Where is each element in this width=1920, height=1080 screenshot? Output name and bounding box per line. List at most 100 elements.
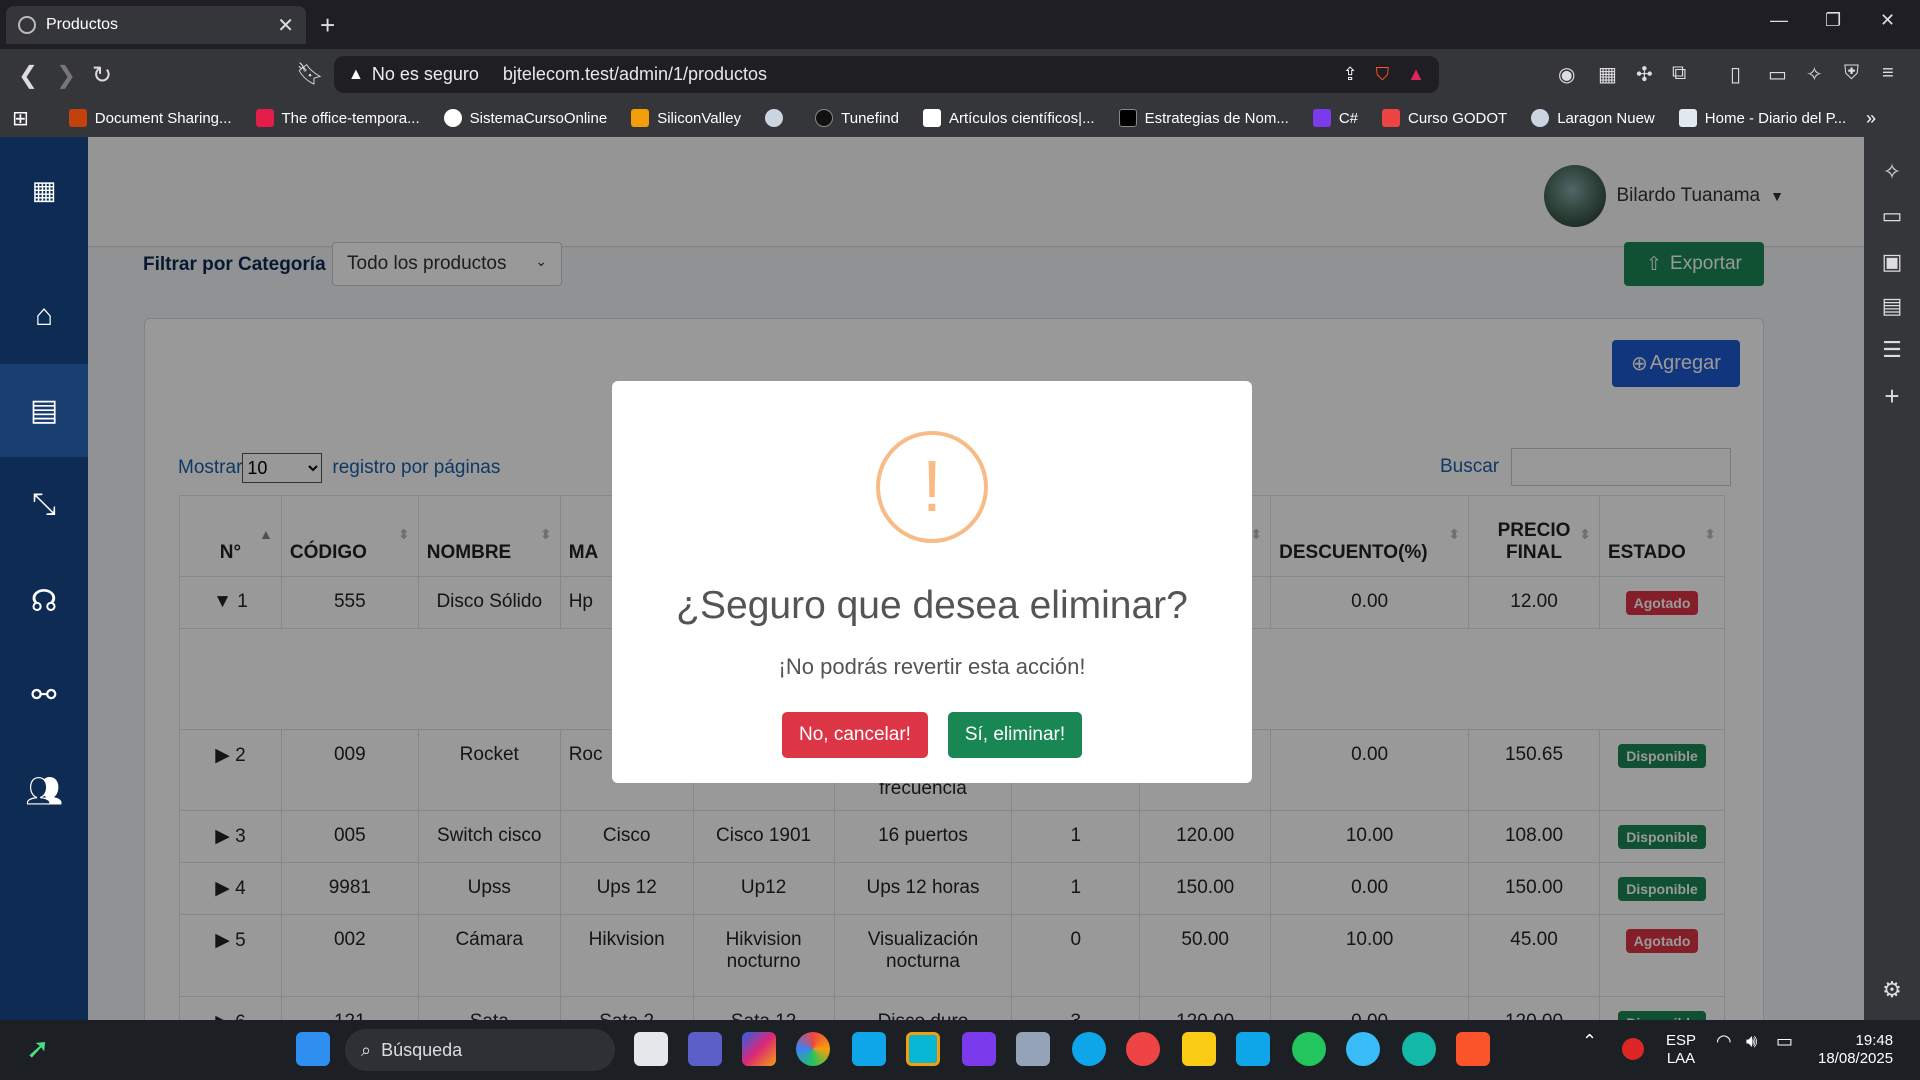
keyboard-app-icon[interactable] xyxy=(1016,1032,1050,1066)
archive-icon[interactable]: ▤ xyxy=(0,364,88,457)
edge-beta-icon[interactable] xyxy=(1402,1032,1436,1066)
screenshot-icon[interactable]: ⧉ xyxy=(1672,62,1686,85)
bookmark-item[interactable]: Artículos científicos|... xyxy=(922,109,1095,127)
confirm-delete-button[interactable]: Sí, eliminar! xyxy=(948,712,1082,758)
bookmark-item[interactable] xyxy=(765,109,791,127)
share-icon[interactable]: ⇪ xyxy=(1343,64,1358,85)
clock-date: 18/08/2025 xyxy=(1818,1050,1894,1067)
url-text[interactable]: bjtelecom.test/admin/1/productos xyxy=(503,64,1325,85)
windows-taskbar: ➚ ⌕ Búsqueda ⌃ ESP LAA ◠ 🔊︎ ▭ 19:48 18/0… xyxy=(0,1020,1920,1080)
app-sidebar: ▦ ⌂ ▤ ⤡ ☊ ⚯ 👥︎ xyxy=(0,137,88,1020)
browser-tab[interactable]: Productos ✕ xyxy=(6,6,306,44)
bookmark-icon[interactable]: 🔖︎ xyxy=(296,61,324,87)
globe-icon xyxy=(765,109,784,127)
bookmark-label: SistemaCursoOnline xyxy=(469,109,608,127)
qr-icon[interactable]: ▦ xyxy=(1598,62,1617,87)
satellite-icon[interactable]: ☊ xyxy=(0,561,88,641)
tray-app-icon[interactable] xyxy=(1622,1038,1644,1060)
back-icon[interactable]: ❮ xyxy=(18,61,38,90)
news-icon[interactable]: ▭ xyxy=(1864,203,1920,229)
reload-icon[interactable]: ↻ xyxy=(92,61,112,90)
add-panel-icon[interactable]: + xyxy=(1864,381,1920,412)
bookmark-favicon xyxy=(631,109,650,127)
color-app-icon[interactable] xyxy=(796,1032,830,1066)
settings-gear-icon[interactable]: ⚙ xyxy=(1864,977,1920,1003)
start-icon[interactable] xyxy=(296,1032,330,1066)
restore-icon[interactable]: ❐ xyxy=(1825,10,1841,31)
bookmark-item[interactable]: C# xyxy=(1312,109,1358,127)
minimize-icon[interactable]: — xyxy=(1770,10,1788,31)
leo-icon[interactable]: ✧ xyxy=(1806,62,1823,87)
wifi-icon[interactable]: ◠ xyxy=(1716,1032,1732,1050)
extension-icon[interactable]: ◉ xyxy=(1558,62,1575,87)
volume-icon[interactable]: 🔊︎ xyxy=(1746,1032,1757,1050)
leo-ai-icon[interactable]: ✧ xyxy=(1864,159,1920,185)
copilot-icon[interactable] xyxy=(742,1032,776,1066)
cancel-button[interactable]: No, cancelar! xyxy=(782,712,928,758)
edge-icon[interactable] xyxy=(1072,1032,1106,1066)
file-explorer-icon[interactable] xyxy=(1182,1032,1216,1066)
bookmark-item[interactable]: Home - Diario del P... xyxy=(1678,109,1846,127)
reading-list-icon[interactable]: ☰ xyxy=(1864,337,1920,363)
compress-icon[interactable]: ⤡ xyxy=(0,465,88,545)
teams-icon[interactable] xyxy=(688,1032,722,1066)
bookmark-item[interactable]: SiliconValley xyxy=(631,109,741,127)
brave-shield-icon[interactable]: ⛉ xyxy=(1376,64,1390,85)
bookmark-item[interactable]: Tunefind xyxy=(815,109,899,127)
widgets-icon[interactable]: ➚ xyxy=(26,1032,60,1066)
warning-icon: ! xyxy=(876,431,988,543)
wallet-icon[interactable]: ▣ xyxy=(1864,249,1920,275)
bookmark-item[interactable]: Estrategias de Nom... xyxy=(1118,109,1289,127)
clock[interactable]: 19:48 18/08/2025 xyxy=(1818,1032,1893,1068)
wallet-icon[interactable]: ▭ xyxy=(1768,62,1787,87)
vscode-icon[interactable] xyxy=(1236,1032,1270,1066)
globe-icon xyxy=(1531,109,1550,127)
security-label[interactable]: No es seguro xyxy=(372,64,479,85)
vpn-icon[interactable]: ⛨ xyxy=(1844,62,1859,85)
forward-icon[interactable]: ❯ xyxy=(56,61,76,90)
keyboard-layout: LAA xyxy=(1666,1050,1696,1067)
bookmark-favicon xyxy=(922,109,941,127)
battery-icon[interactable]: ▭ xyxy=(1776,1032,1793,1050)
snip-icon[interactable] xyxy=(906,1032,940,1066)
warning-icon[interactable]: ▲ xyxy=(348,66,364,84)
users-icon[interactable]: 👥︎ xyxy=(0,751,88,831)
opera-icon[interactable] xyxy=(1126,1032,1160,1066)
menu-icon[interactable]: ≡ xyxy=(1882,62,1894,85)
bookmark-item[interactable]: Laragon Nuew xyxy=(1531,109,1655,127)
bookmark-item[interactable]: The office-tempora... xyxy=(255,109,420,127)
window-close-icon[interactable]: ✕ xyxy=(1880,10,1895,31)
brave-rewards-icon[interactable]: ▲ xyxy=(1407,64,1425,85)
dashboard-icon[interactable]: ▦ xyxy=(0,150,88,230)
bookmarks-panel-icon[interactable]: ▤ xyxy=(1864,293,1920,319)
notepad-icon[interactable] xyxy=(852,1032,886,1066)
spotify-icon[interactable] xyxy=(1292,1032,1326,1066)
visual-studio-icon[interactable] xyxy=(962,1032,996,1066)
brave-icon[interactable] xyxy=(1456,1032,1490,1066)
bookmark-item[interactable]: Curso GODOT xyxy=(1382,109,1507,127)
close-tab-icon[interactable]: ✕ xyxy=(277,13,294,38)
bookmark-label: Estrategias de Nom... xyxy=(1144,109,1289,127)
new-tab-icon[interactable]: + xyxy=(320,10,335,41)
taskbar-search[interactable]: ⌕ Búsqueda xyxy=(345,1029,615,1071)
bookmark-favicon xyxy=(68,109,87,127)
dialog-text: ¡No podrás revertir esta acción! xyxy=(778,654,1086,679)
bookmark-label: SiliconValley xyxy=(657,109,742,127)
chevron-up-icon[interactable]: ⌃ xyxy=(1582,1032,1597,1050)
apps-icon[interactable]: ⊞ xyxy=(12,106,29,131)
browser-sidebar: ✧ ▭ ▣ ▤ ☰ + ⚙ xyxy=(1864,137,1920,1020)
puzzle-icon[interactable]: ✣ xyxy=(1636,62,1653,87)
handshake-icon[interactable]: ⚯ xyxy=(0,655,88,735)
more-bookmarks-icon[interactable]: » xyxy=(1866,108,1876,129)
bookmark-item[interactable]: Document Sharing... xyxy=(68,109,232,127)
sidebar-toggle-icon[interactable]: ▯ xyxy=(1730,62,1741,87)
search-placeholder: Búsqueda xyxy=(381,1039,463,1060)
bookmark-item[interactable]: SistemaCursoOnline xyxy=(443,109,608,127)
task-view-icon[interactable] xyxy=(634,1032,668,1066)
browser-tabbar: Productos ✕ + — ❐ ✕ xyxy=(0,0,1920,49)
app-icon[interactable] xyxy=(1346,1032,1380,1066)
home-icon[interactable]: ⌂ xyxy=(0,276,88,356)
url-field[interactable]: ▲ No es seguro bjtelecom.test/admin/1/pr… xyxy=(334,56,1439,93)
tab-title: Productos xyxy=(46,16,119,33)
language-indicator[interactable]: ESP LAA xyxy=(1666,1032,1696,1068)
